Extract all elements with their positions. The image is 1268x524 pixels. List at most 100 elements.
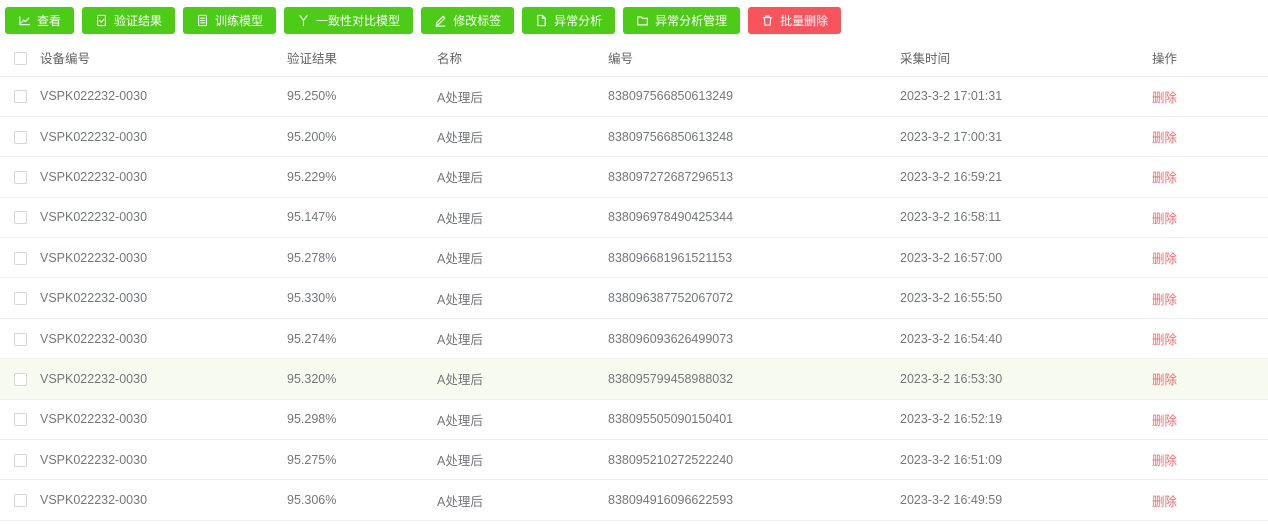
anomaly-analysis-manage-button[interactable]: 异常分析管理 xyxy=(623,6,741,34)
cell-number: 838096978490425344 xyxy=(608,197,900,239)
branch-y-icon xyxy=(297,14,310,27)
cell-number: 838097272687296513 xyxy=(608,156,900,198)
cell-device: VSPK022232-0030 xyxy=(40,156,287,198)
button-label: 查看 xyxy=(37,13,62,28)
cell-device: VSPK022232-0030 xyxy=(40,479,287,521)
cell-time: 2023-3-2 16:57:00 xyxy=(900,237,1152,279)
consistency-compare-model-button[interactable]: 一致性对比模型 xyxy=(284,6,414,34)
delete-row-link[interactable]: 删除 xyxy=(1152,131,1177,145)
cell-name: A处理后 xyxy=(437,277,608,319)
delete-row-link[interactable]: 删除 xyxy=(1152,293,1177,307)
edit-label-button[interactable]: 修改标签 xyxy=(421,6,515,34)
cell-device: VSPK022232-0030 xyxy=(40,318,287,360)
delete-row-link[interactable]: 删除 xyxy=(1152,333,1177,347)
cell-number: 838095505090150401 xyxy=(608,399,900,441)
batch-delete-button[interactable]: 批量删除 xyxy=(748,6,842,34)
folder-icon xyxy=(636,14,649,27)
table-row: VSPK022232-0030 95.306% A处理后 83809491609… xyxy=(0,479,1268,521)
row-checkbox[interactable] xyxy=(14,130,27,144)
row-checkbox[interactable] xyxy=(14,171,27,185)
train-model-button[interactable]: 训练模型 xyxy=(183,6,277,34)
header-name: 名称 xyxy=(437,40,608,77)
row-checkbox[interactable] xyxy=(14,251,27,265)
cell-result: 95.200% xyxy=(287,116,437,158)
row-checkbox[interactable] xyxy=(14,332,27,346)
table-row: VSPK022232-0030 95.330% A处理后 83809638775… xyxy=(0,277,1268,319)
cell-result: 95.250% xyxy=(287,76,437,117)
cell-device: VSPK022232-0030 xyxy=(40,439,287,481)
file-icon xyxy=(535,14,548,27)
trash-icon xyxy=(761,14,774,27)
cell-device: VSPK022232-0030 xyxy=(40,358,287,400)
cell-time: 2023-3-2 16:58:11 xyxy=(900,197,1152,239)
delete-row-link[interactable]: 删除 xyxy=(1152,212,1177,226)
doc-lines-icon xyxy=(196,14,209,27)
cell-number: 838094916096622593 xyxy=(608,479,900,521)
row-checkbox[interactable] xyxy=(14,413,27,427)
cell-result: 95.298% xyxy=(287,399,437,441)
cell-device: VSPK022232-0030 xyxy=(40,116,287,158)
cell-name: A处理后 xyxy=(437,479,608,521)
cell-device: VSPK022232-0030 xyxy=(40,277,287,319)
table-row: VSPK022232-0030 95.274% A处理后 83809609362… xyxy=(0,318,1268,360)
header-device: 设备编号 xyxy=(40,40,287,77)
cell-result: 95.306% xyxy=(287,479,437,521)
cell-name: A处理后 xyxy=(437,237,608,279)
table-row: VSPK022232-0030 95.229% A处理后 83809727268… xyxy=(0,156,1268,198)
table-row: VSPK022232-0030 95.147% A处理后 83809697849… xyxy=(0,197,1268,239)
table-row: VSPK022232-0030 95.298% A处理后 83809550509… xyxy=(0,399,1268,441)
anomaly-analysis-button[interactable]: 异常分析 xyxy=(522,6,616,34)
table-row: VSPK022232-0030 95.250% A处理后 83809756685… xyxy=(0,76,1268,117)
delete-row-link[interactable]: 删除 xyxy=(1152,495,1177,509)
delete-row-link[interactable]: 删除 xyxy=(1152,91,1177,105)
button-label: 训练模型 xyxy=(215,13,264,28)
row-checkbox[interactable] xyxy=(14,494,27,508)
cell-result: 95.278% xyxy=(287,237,437,279)
table-row: VSPK022232-0030 95.278% A处理后 83809668196… xyxy=(0,237,1268,279)
delete-row-link[interactable]: 删除 xyxy=(1152,454,1177,468)
cell-number: 838096093626499073 xyxy=(608,318,900,360)
button-label: 批量删除 xyxy=(780,13,829,28)
cell-name: A处理后 xyxy=(437,156,608,198)
row-checkbox[interactable] xyxy=(14,373,27,387)
cell-result: 95.147% xyxy=(287,197,437,239)
table-header-row: 设备编号 验证结果 名称 编号 采集时间 操作 xyxy=(0,40,1268,77)
delete-row-link[interactable]: 删除 xyxy=(1152,171,1177,185)
delete-row-link[interactable]: 删除 xyxy=(1152,373,1177,387)
row-checkbox[interactable] xyxy=(14,453,27,467)
pencil-icon xyxy=(434,14,447,27)
row-checkbox[interactable] xyxy=(14,211,27,225)
cell-time: 2023-3-2 16:54:40 xyxy=(900,318,1152,360)
cell-device: VSPK022232-0030 xyxy=(40,76,287,117)
delete-row-link[interactable]: 删除 xyxy=(1152,414,1177,428)
table-row: VSPK022232-0030 95.275% A处理后 83809521027… xyxy=(0,439,1268,481)
cell-result: 95.274% xyxy=(287,318,437,360)
row-checkbox[interactable] xyxy=(14,292,27,306)
cell-result: 95.275% xyxy=(287,439,437,481)
table-row: VSPK022232-0030 95.320% A处理后 83809579945… xyxy=(0,358,1268,400)
table-row: VSPK022232-0030 95.200% A处理后 83809756685… xyxy=(0,116,1268,158)
button-label: 异常分析 xyxy=(554,13,603,28)
cell-number: 838096681961521153 xyxy=(608,237,900,279)
cell-time: 2023-3-2 17:00:31 xyxy=(900,116,1152,158)
delete-row-link[interactable]: 删除 xyxy=(1152,252,1177,266)
button-label: 修改标签 xyxy=(453,13,502,28)
doc-check-icon xyxy=(95,14,108,27)
cell-name: A处理后 xyxy=(437,116,608,158)
cell-name: A处理后 xyxy=(437,439,608,481)
cell-result: 95.229% xyxy=(287,156,437,198)
cell-device: VSPK022232-0030 xyxy=(40,399,287,441)
row-checkbox[interactable] xyxy=(14,90,27,104)
verify-result-button[interactable]: 验证结果 xyxy=(82,6,176,34)
cell-time: 2023-3-2 17:01:31 xyxy=(900,76,1152,117)
cell-time: 2023-3-2 16:59:21 xyxy=(900,156,1152,198)
cell-name: A处理后 xyxy=(437,399,608,441)
select-all-checkbox[interactable] xyxy=(14,51,27,65)
cell-number: 838096387752067072 xyxy=(608,277,900,319)
header-action: 操作 xyxy=(1152,40,1268,77)
cell-name: A处理后 xyxy=(437,358,608,400)
cell-number: 838095210272522240 xyxy=(608,439,900,481)
view-button[interactable]: 查看 xyxy=(5,6,75,34)
data-table: 设备编号 验证结果 名称 编号 采集时间 操作 VSPK022232-0030 … xyxy=(0,40,1268,521)
header-number: 编号 xyxy=(608,40,900,77)
